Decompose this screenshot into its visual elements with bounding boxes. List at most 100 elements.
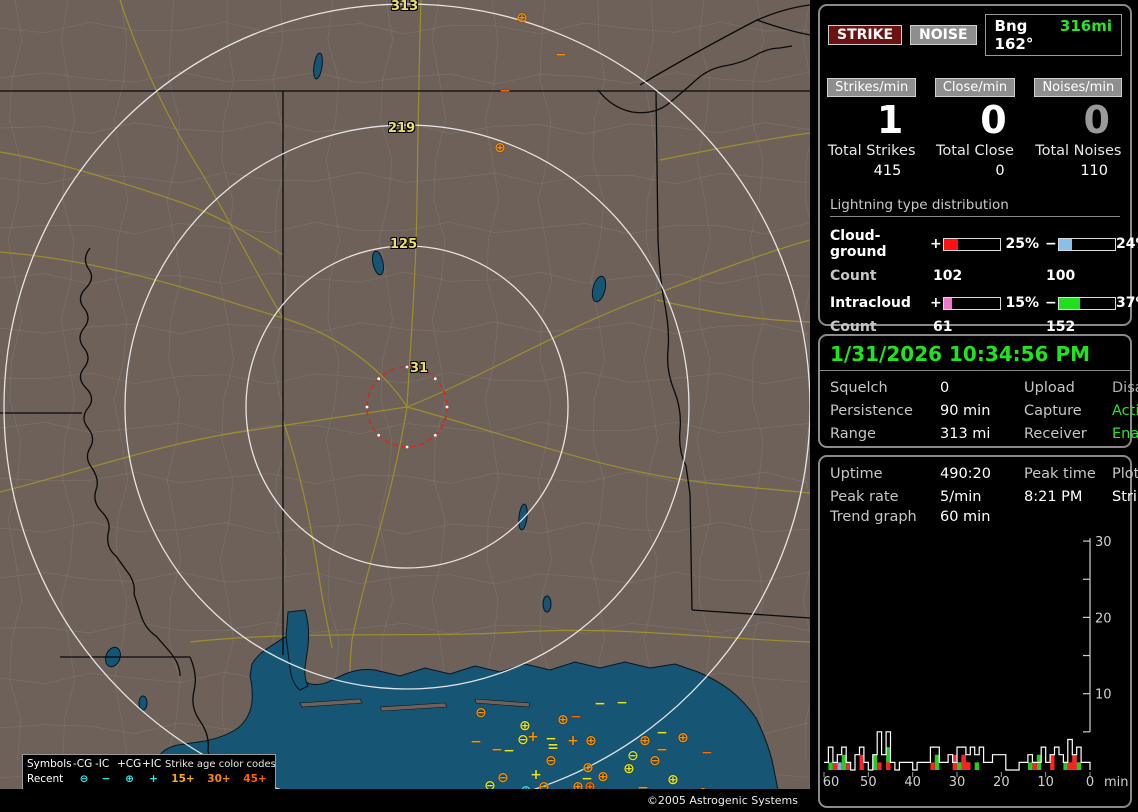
ring-label-125: 125 — [390, 237, 417, 252]
strike-symbol-icon: + — [525, 730, 541, 744]
legend-header: -CG — [73, 757, 95, 772]
uptime-cell: 5/min — [940, 489, 1024, 505]
counter-total-label: Total Close — [923, 143, 1026, 159]
strike-symbol-icon: − — [592, 697, 608, 711]
strike-symbol-icon: = — [545, 740, 561, 754]
trend-panel: Uptime490:20Peak timePlotPeak rate5/min8… — [818, 455, 1132, 808]
counter-header-button[interactable]: Strikes/min — [827, 78, 916, 97]
distribution-title: Lightning type distribution — [830, 197, 1120, 217]
bearing-value: Bng 162° — [995, 17, 1044, 53]
strike-symbol-icon: ⊖ — [473, 706, 489, 720]
counter-total-value: 0 — [923, 163, 1026, 179]
strike-symbol-icon: − — [553, 48, 569, 62]
positive-count: 102 — [933, 268, 1046, 284]
settings-cell: 0 — [940, 380, 1024, 396]
strike-symbol-icon: ⊕ — [492, 141, 508, 155]
rate-counter-column: Strikes/min1Total Strikes415 — [820, 78, 923, 179]
uptime-cell: Peak rate — [830, 489, 940, 505]
legend-header: -IC — [95, 757, 117, 772]
legend-age-value: 30+ — [201, 772, 237, 787]
counter-total-value: 415 — [820, 163, 923, 179]
settings-cell: Persistence — [830, 403, 940, 419]
ring-label-219: 219 — [388, 121, 415, 136]
settings-cell: Range — [830, 426, 940, 442]
count-label: Count — [830, 268, 933, 284]
legend-age-header: Strike age color codes — [165, 757, 273, 772]
positive-count: 61 — [933, 319, 1046, 335]
bearing-readout: Bng 162° 316mi — [985, 14, 1122, 56]
strike-symbol-icon: − — [654, 726, 670, 740]
uptime-cell: 8:21 PM — [1024, 489, 1112, 505]
settings-cell: 90 min — [940, 403, 1024, 419]
positive-percent: 25% — [1001, 236, 1045, 252]
svg-text:0: 0 — [1086, 775, 1094, 790]
svg-text:min: min — [1104, 775, 1128, 790]
noise-mode-button[interactable]: NOISE — [910, 25, 976, 45]
svg-text:50: 50 — [860, 775, 877, 790]
counter-header-button[interactable]: Noises/min — [1034, 78, 1122, 97]
strike-symbol-icon: ⊕ — [675, 731, 691, 745]
legend-age-value: 15+ — [165, 772, 201, 787]
negative-percent: 37% — [1116, 295, 1138, 311]
svg-text:10: 10 — [1037, 775, 1054, 790]
svg-text:20: 20 — [993, 775, 1010, 790]
negative-bar — [1058, 238, 1116, 251]
strike-symbol-icon: − — [699, 746, 715, 760]
rate-counter-column: Close/min 0 Total Close 0 — [923, 78, 1026, 179]
strike-symbol-icon: + — [565, 734, 581, 748]
negative-count: 152 — [1046, 319, 1120, 335]
distribution-row: Intracloud+15%−37% — [830, 295, 1120, 311]
strike-symbol-icon: − — [501, 744, 517, 758]
trend-graph-chart: 1020306050403020100min — [820, 529, 1128, 791]
strike-symbol-icon: − — [468, 735, 484, 749]
distribution-type-label: Cloud-ground — [830, 228, 930, 260]
trend-graph-row: Trend graph 60 min — [820, 505, 1130, 525]
negative-bar — [1058, 297, 1116, 310]
settings-cell: 313 mi — [940, 426, 1024, 442]
mode-button-row: STRIKE NOISE Bng 162° 316mi — [820, 6, 1130, 56]
legend-age-value: 45+ — [237, 772, 273, 787]
ic-pos-icon: + — [142, 772, 165, 787]
legend-row-label: Recent — [27, 772, 73, 787]
distribution-row: Cloud-ground+25%−24% — [830, 228, 1120, 260]
copyright-bar: ©2005 Astrogenic Systems — [0, 789, 810, 812]
svg-text:30: 30 — [949, 775, 966, 790]
cg-pos-icon: ⊕ — [117, 772, 142, 787]
strike-symbol-icon: ⊖ — [495, 771, 511, 785]
ring-label-313: 313 — [391, 0, 418, 14]
strike-symbol-icon: ⊕ — [583, 734, 599, 748]
positive-bar — [943, 238, 1001, 251]
svg-text:10: 10 — [1095, 688, 1112, 703]
settings-grid: Squelch0UploadDisabledPersistence90 minC… — [820, 371, 1130, 448]
strike-symbol-icon: ⊕ — [621, 762, 637, 776]
negative-count: 100 — [1046, 268, 1120, 284]
datetime-display: 1/31/2026 10:34:56 PM — [820, 336, 1130, 371]
strike-mode-button[interactable]: STRIKE — [828, 25, 902, 45]
positive-percent: 15% — [1001, 295, 1045, 311]
counter-header-button[interactable]: Close/min — [935, 78, 1015, 97]
strike-symbol-icon: − — [568, 710, 584, 724]
counter-total-value: 110 — [1027, 163, 1130, 179]
bearing-range-value: 316mi — [1060, 17, 1112, 53]
counter-value: 1 — [820, 99, 923, 141]
legend-header: +IC — [142, 757, 165, 772]
uptime-cell: 490:20 — [940, 466, 1024, 482]
strike-symbol-icon: ⊕ — [637, 734, 653, 748]
svg-text:30: 30 — [1095, 535, 1112, 550]
plus-sign: + — [930, 236, 943, 252]
rate-counters: Strikes/min1Total Strikes415Close/min0To… — [820, 78, 1130, 179]
lightning-map[interactable]: 313 219 125 31 ⊕−−⊕⊖⊕⊖+⊕−−=+⊕−−−−+⊖⊕⊕−⊕⊕… — [0, 0, 810, 812]
settings-cell: Capture — [1024, 403, 1112, 419]
svg-text:20: 20 — [1095, 611, 1112, 626]
cg-neg-icon: ⊖ — [73, 772, 95, 787]
counter-value: 0 — [923, 99, 1026, 141]
settings-cell: Upload — [1024, 380, 1112, 396]
uptime-cell: Strike — [1112, 489, 1138, 505]
settings-cell: Active — [1112, 403, 1138, 419]
ring-label-31: 31 — [410, 361, 428, 376]
count-row: Count61152 — [830, 319, 1120, 335]
negative-percent: 24% — [1116, 236, 1138, 252]
svg-text:60: 60 — [823, 775, 840, 790]
settings-cell: Receiver — [1024, 426, 1112, 442]
strike-panel: STRIKE NOISE Bng 162° 316mi Strikes/min 1… — [818, 4, 1132, 326]
